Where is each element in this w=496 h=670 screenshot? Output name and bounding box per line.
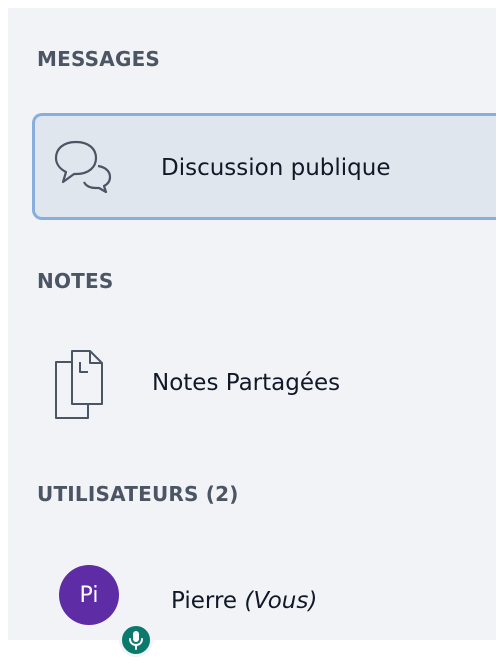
chat-bubbles-icon [54,139,114,195]
messages-section-title: MESSAGES [37,47,161,71]
public-chat-item[interactable]: Discussion publique [32,113,496,220]
users-section-title: UTILISATEURS (2) [37,482,239,506]
user-name: Pierre (Vous) [171,588,317,614]
documents-icon [52,348,104,422]
user-list-item[interactable]: Pi Pierre (Vous) [37,548,477,657]
user-self-indicator: (Vous) [244,588,318,614]
shared-notes-item[interactable]: Notes Partagées [37,338,477,428]
user-list-panel: MESSAGES Discussion publique NOTES Notes… [8,8,496,657]
user-name-text: Pierre [171,588,238,614]
avatar: Pi [59,565,119,625]
microphone-icon [119,623,153,657]
notes-section-title: NOTES [37,269,114,293]
public-chat-label: Discussion publique [161,155,391,181]
shared-notes-label: Notes Partagées [152,370,341,396]
